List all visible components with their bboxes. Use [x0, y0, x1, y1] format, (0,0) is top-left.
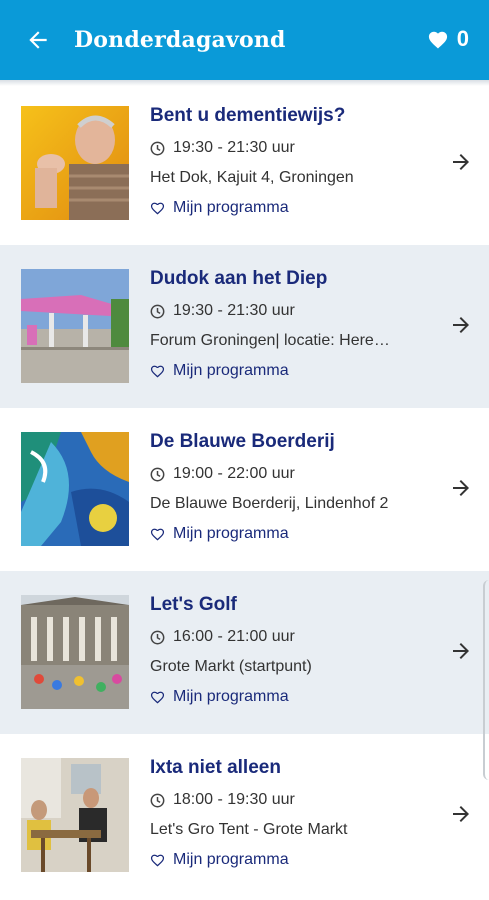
- heart-icon: [428, 31, 447, 49]
- heart-outline-icon: [150, 691, 165, 704]
- event-time: 19:00 - 22:00 uur: [150, 464, 435, 484]
- event-time: 16:00 - 21:00 uur: [150, 627, 435, 647]
- heart-outline-icon: [150, 854, 165, 867]
- event-time-text: 16:00 - 21:00 uur: [173, 628, 295, 645]
- arrow-left-icon: [29, 31, 47, 49]
- favorites-button[interactable]: 0: [427, 26, 469, 52]
- list-item[interactable]: Dudok aan het Diep 19:30 - 21:30 uur For…: [0, 245, 489, 408]
- clock-icon: [150, 141, 165, 155]
- app-bar: Donderdagavond 0: [0, 0, 489, 80]
- event-title[interactable]: Let's Golf: [150, 593, 435, 617]
- list-item[interactable]: De Blauwe Boerderij 19:00 - 22:00 uur De…: [0, 408, 489, 571]
- clock-icon: [150, 630, 165, 644]
- arrow-right-icon[interactable]: [449, 313, 473, 337]
- heart-outline-icon: [150, 528, 165, 541]
- event-thumbnail: [21, 106, 129, 220]
- clock-icon: [150, 793, 165, 807]
- event-time: 19:30 - 21:30 uur: [150, 301, 435, 321]
- arrow-right-icon[interactable]: [449, 150, 473, 174]
- program-label: Mijn programma: [173, 688, 289, 705]
- heart-outline-icon: [150, 202, 165, 215]
- scroll-indicator[interactable]: [483, 580, 489, 780]
- arrow-right-icon[interactable]: [449, 476, 473, 500]
- event-time-text: 19:30 - 21:30 uur: [173, 302, 295, 319]
- arrow-right-icon[interactable]: [449, 802, 473, 826]
- event-location: Het Dok, Kajuit 4, Groningen: [150, 169, 354, 186]
- arrow-right-icon[interactable]: [449, 639, 473, 663]
- back-button[interactable]: [22, 24, 54, 56]
- list-item[interactable]: Ixta niet alleen 18:00 - 19:30 uur Let's…: [0, 734, 489, 897]
- program-label: Mijn programma: [173, 525, 289, 542]
- event-location: Let's Gro Tent - Grote Markt: [150, 821, 348, 838]
- event-time-text: 19:30 - 21:30 uur: [173, 139, 295, 156]
- event-location: Forum Groningen| locatie: Here…: [150, 332, 390, 349]
- add-to-program-button[interactable]: Mijn programma: [150, 687, 435, 707]
- add-to-program-button[interactable]: Mijn programma: [150, 524, 435, 544]
- event-title[interactable]: Dudok aan het Diep: [150, 267, 435, 291]
- add-to-program-button[interactable]: Mijn programma: [150, 850, 435, 870]
- event-location: Grote Markt (startpunt): [150, 658, 312, 675]
- clock-icon: [150, 467, 165, 481]
- event-title[interactable]: Bent u dementiewijs?: [150, 104, 435, 128]
- event-thumbnail: [21, 595, 129, 709]
- program-label: Mijn programma: [173, 851, 289, 868]
- event-thumbnail: [21, 269, 129, 383]
- event-time-text: 18:00 - 19:30 uur: [173, 791, 295, 808]
- heart-outline-icon: [150, 365, 165, 378]
- program-label: Mijn programma: [173, 199, 289, 216]
- event-title[interactable]: Ixta niet alleen: [150, 756, 435, 780]
- event-time: 19:30 - 21:30 uur: [150, 138, 435, 158]
- event-thumbnail: [21, 758, 129, 872]
- page-title: Donderdagavond: [74, 27, 286, 53]
- event-thumbnail: [21, 432, 129, 546]
- add-to-program-button[interactable]: Mijn programma: [150, 198, 435, 218]
- event-list: Bent u dementiewijs? 19:30 - 21:30 uur H…: [0, 82, 489, 897]
- event-time-text: 19:00 - 22:00 uur: [173, 465, 295, 482]
- event-time: 18:00 - 19:30 uur: [150, 790, 435, 810]
- add-to-program-button[interactable]: Mijn programma: [150, 361, 435, 381]
- list-item[interactable]: Let's Golf 16:00 - 21:00 uur Grote Markt…: [0, 571, 489, 734]
- list-item[interactable]: Bent u dementiewijs? 19:30 - 21:30 uur H…: [0, 82, 489, 245]
- event-location: De Blauwe Boerderij, Lindenhof 2: [150, 495, 389, 512]
- favorites-count: 0: [456, 26, 469, 51]
- clock-icon: [150, 304, 165, 318]
- program-label: Mijn programma: [173, 362, 289, 379]
- event-title[interactable]: De Blauwe Boerderij: [150, 430, 435, 454]
